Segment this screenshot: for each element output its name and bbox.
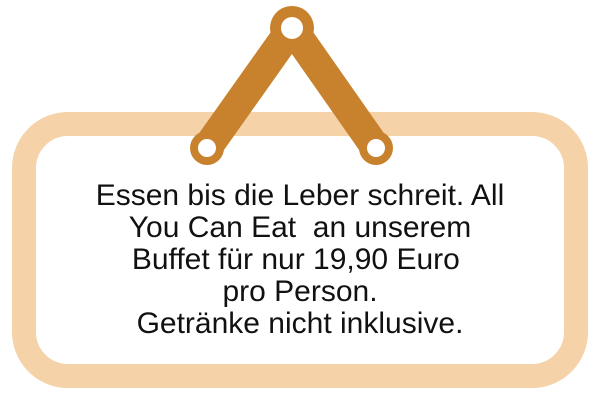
sign-line-4: pro Person. xyxy=(222,275,378,308)
sign-line-1: Essen bis die Leber schreit. All xyxy=(95,179,505,212)
hanger-top-hole xyxy=(281,17,303,39)
sign-illustration: Essen bis die Leber schreit. All You Can… xyxy=(0,0,600,400)
sign-line-3: Buffet für nur 19,90 Euro xyxy=(131,243,469,276)
sign-line-2: You Can Eat an unserem xyxy=(128,211,472,244)
hanger-right-hole xyxy=(367,139,385,157)
sign-message: Essen bis die Leber schreit. All You Can… xyxy=(60,180,540,340)
hanger-left-hole xyxy=(198,139,216,157)
sign-line-5: Getränke nicht inklusive. xyxy=(136,307,464,340)
